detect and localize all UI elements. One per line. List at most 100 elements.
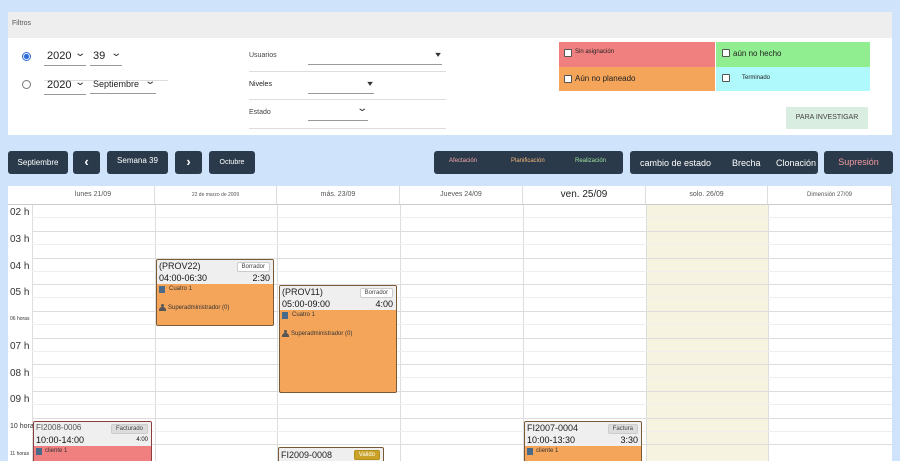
event-client: cliente 1 (45, 448, 68, 454)
hour-label: 11 horas (10, 451, 30, 457)
niveles-select[interactable]: ▾ (308, 78, 374, 94)
sin-asignacion-checkbox[interactable] (564, 49, 572, 57)
hour-label: 04 h (10, 261, 30, 272)
column-line (400, 204, 401, 461)
hour-label: 06 horas (10, 316, 30, 322)
user-icon (282, 330, 289, 337)
hour-line (32, 391, 892, 392)
caret-down-icon: ▾ (435, 50, 441, 59)
aun-no-planeado-checkbox[interactable] (564, 75, 572, 83)
chevron-right-icon[interactable]: › (175, 151, 202, 174)
building-icon (527, 448, 533, 455)
month-select[interactable]: Septiembre ⌄ (90, 76, 156, 94)
event-card[interactable]: FI2009-0008 Valido (278, 447, 384, 461)
supresion-button[interactable]: Supresión (824, 151, 893, 174)
event-card[interactable]: FI2008-0006 Facturado 10:00-14:00 4:00 c… (33, 421, 152, 461)
event-duration: 4:00 (375, 299, 393, 309)
afectacion-tab[interactable]: Afectación (449, 158, 477, 164)
week-button[interactable]: Semana 39 (107, 151, 168, 174)
day-header[interactable]: solo. 26/09 (646, 186, 768, 204)
hour-line (32, 231, 892, 232)
actions-group: cambio de estado Brecha Clonación (630, 151, 818, 174)
hour-label: 09 h (10, 394, 30, 405)
filters-title: Filtros (12, 20, 32, 27)
divider (249, 128, 446, 129)
day-header[interactable]: más. 23/09 (277, 186, 400, 204)
realizacion-tab[interactable]: Realización (575, 158, 606, 164)
chevron-left-icon[interactable]: ‹ (73, 151, 100, 174)
week-value: 39 (93, 50, 106, 62)
day-header[interactable]: Dimensión 27/09 (768, 186, 892, 204)
hour-label: 07 h (10, 341, 30, 352)
chevron-down-icon: ⌄ (355, 103, 368, 114)
half-hour-line (32, 404, 892, 405)
year-select-1[interactable]: 2020 ⌄ (44, 48, 86, 66)
brecha-button[interactable]: Brecha (732, 158, 761, 168)
hour-line (32, 364, 892, 365)
event-user: Superadministrador (0) (168, 305, 230, 311)
year-value: 2020 (47, 79, 72, 91)
terminado-checkbox[interactable] (722, 74, 730, 82)
event-card[interactable]: FI2007-0004 Factura 10:00-13:30 3:30 cli… (524, 421, 642, 461)
column-line (646, 204, 647, 461)
event-header: (PROV11) Borrador 05:00-09:00 4:00 (280, 286, 396, 310)
user-icon (159, 304, 166, 311)
half-hour-line (32, 377, 892, 378)
event-time: 05:00-09:00 (282, 299, 331, 309)
hour-label: 08 h (10, 368, 30, 379)
divider (249, 99, 446, 100)
next-month-button[interactable]: Octubre (209, 151, 255, 174)
para-investigar-button[interactable]: PARA INVESTIGAR (786, 107, 868, 129)
planificacion-tab[interactable]: Planificación (511, 158, 545, 164)
half-hour-line (32, 244, 892, 245)
clonacion-button[interactable]: Clonación (776, 158, 816, 168)
day-header[interactable]: 22 de marzo de 2009 (155, 186, 277, 204)
day-header[interactable]: ven. 25/09 (523, 186, 646, 204)
chevron-down-icon: ⌄ (143, 76, 156, 87)
today-column-highlight (646, 204, 768, 461)
legend-terminado: Terminado (716, 67, 870, 91)
radio-week[interactable] (22, 52, 31, 61)
chevron-down-icon: ⌄ (73, 48, 86, 59)
hour-line (32, 418, 892, 419)
legend-sin-asignacion: Sin asignación (559, 42, 715, 67)
event-client: Cuatro 1 (292, 312, 316, 318)
month-value: Septiembre (93, 79, 140, 89)
filters-panel: Filtros 2020 ⌄ 39 ⌄ 2020 ⌄ Septiembre ⌄ Usua… (8, 12, 892, 135)
event-status-badge: Factura (607, 424, 638, 434)
usuarios-select[interactable]: ▾ (308, 49, 442, 65)
estado-label: Estado (249, 109, 271, 116)
event-duration: 4:00 (136, 437, 148, 443)
column-line (768, 204, 769, 461)
event-status-badge: Valido (353, 450, 380, 460)
event-client: Cuatro 1 (169, 286, 193, 292)
event-card[interactable]: (PROV22) Borrador 04:00-06:30 2:30 Cuatr… (156, 259, 274, 326)
event-status-badge: Facturado (110, 424, 148, 434)
column-line (277, 204, 278, 461)
radio-month[interactable] (22, 80, 31, 89)
day-header[interactable]: lunes 21/09 (32, 186, 155, 204)
event-status-badge: Borrador (236, 262, 270, 272)
hour-label: 03 h (10, 234, 30, 245)
year-select-2[interactable]: 2020 ⌄ (44, 77, 86, 95)
week-select[interactable]: 39 ⌄ (90, 48, 122, 66)
prev-month-button[interactable]: Septiembre (8, 151, 68, 174)
chevron-down-icon: ⌄ (73, 77, 86, 88)
event-time: 10:00-14:00 (36, 435, 85, 445)
event-duration: 2:30 (252, 273, 270, 283)
estado-select[interactable]: ⌄ (308, 103, 368, 121)
event-status-badge: Borrador (359, 288, 393, 298)
niveles-label: Niveles (249, 81, 272, 88)
sin-asignacion-label: Sin asignación (575, 49, 615, 55)
week-label: Semana 39 (117, 156, 158, 165)
week-calendar: lunes 21/09 22 de marzo de 2009 más. 23/… (8, 186, 892, 461)
event-card[interactable]: (PROV11) Borrador 05:00-09:00 4:00 Cuatr… (279, 285, 397, 393)
divider (249, 71, 446, 72)
cambio-estado-button[interactable]: cambio de estado (640, 158, 711, 168)
building-icon (159, 286, 165, 293)
aun-no-hecho-checkbox[interactable] (722, 49, 730, 57)
building-icon (36, 448, 42, 455)
day-header[interactable]: Jueves 24/09 (400, 186, 523, 204)
usuarios-label: Usuarios (249, 52, 277, 59)
half-hour-line (32, 351, 892, 352)
